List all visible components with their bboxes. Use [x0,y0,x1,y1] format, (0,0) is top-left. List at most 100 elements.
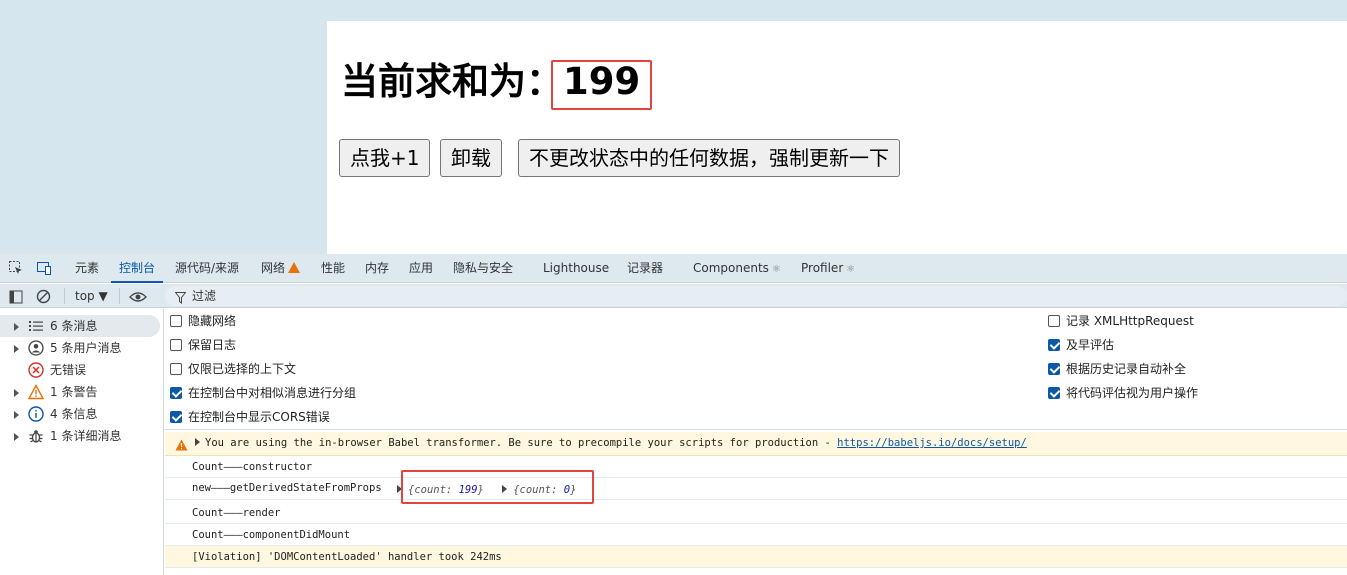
sidebar-item-label: 无错误 [50,363,87,377]
tab-components[interactable]: Components ⚛ [693,254,781,283]
console-log-row: new———getDerivedStateFromProps {count: 1… [165,478,1347,500]
checkbox-label: 仅限已选择的上下文 [188,362,297,376]
force-update-button[interactable]: 不更改状态中的任何数据，强制更新一下 [518,139,900,177]
log-text: Count———render [192,507,281,519]
expand-caret-icon[interactable] [14,433,19,441]
checkbox-label: 隐藏网络 [188,314,237,328]
checkbox-box[interactable] [1048,387,1060,399]
checkbox-box[interactable] [170,339,182,351]
filter-input[interactable]: 过滤 [165,286,1347,306]
sidebar-item-errors[interactable]: 无错误 [0,359,160,381]
console-sidebar: 6 条消息 5 条用户消息 无错误 1 条警告 4 条信息 1 条详细消息 [0,309,164,575]
list-icon [28,318,44,334]
sidebar-item-user-messages[interactable]: 5 条用户消息 [0,337,160,359]
checkbox-label: 及早评估 [1066,338,1115,352]
checkbox-label: 将代码评估视为用户操作 [1066,386,1199,400]
highlight-box-count [551,60,652,110]
tab-memory[interactable]: 内存 [365,254,389,283]
page-viewport: 当前求和为：199 点我+1 卸载 不更改状态中的任何数据，强制更新一下 [0,0,1347,254]
checkbox-box[interactable] [170,363,182,375]
checkbox-box[interactable] [1048,363,1060,375]
gear-icon: ⚛ [771,264,781,275]
tab-console[interactable]: 控制台 [110,254,164,283]
sidebar-toggle-icon[interactable] [9,288,23,304]
expand-caret-icon[interactable] [14,411,19,419]
tab-network-label: 网络 [261,261,286,275]
toolbar-divider [119,288,120,304]
expand-caret-icon[interactable] [14,345,19,353]
bug-icon [28,428,44,444]
live-expression-eye-icon[interactable] [129,288,147,304]
checkbox-label: 根据历史记录自动补全 [1066,362,1187,376]
devtools-panel: 元素 控制台 源代码/来源 网络 性能 内存 应用 隐私与安全 Lighthou… [0,254,1347,575]
filter-placeholder: 过滤 [192,289,217,303]
expand-caret-icon[interactable] [195,432,200,454]
filter-icon [174,289,187,308]
info-icon [28,406,44,422]
tab-application[interactable]: 应用 [409,254,433,283]
checkbox-label: 在控制台中对相似消息进行分组 [188,386,357,400]
clear-console-icon[interactable] [36,288,51,304]
tab-components-label: Components [693,261,769,275]
context-label: top [75,289,95,303]
log-text: [Violation] 'DOMContentLoaded' handler t… [192,551,502,563]
checkbox-label: 记录 XMLHttpRequest [1066,314,1194,328]
checkbox-label: 在控制台中显示CORS错误 [188,410,330,424]
inspect-element-icon[interactable] [8,260,24,276]
console-warning-message: You are using the in-browser Babel trans… [165,432,1347,456]
sidebar-item-label: 1 条警告 [50,385,98,399]
console-messages: You are using the in-browser Babel trans… [165,429,1347,575]
user-icon [28,340,44,356]
sidebar-item-label: 1 条详细消息 [50,429,122,443]
warning-text-line: You are using the in-browser Babel trans… [205,432,1027,454]
context-selector[interactable]: top ▼ [75,284,108,308]
console-toolbar: top ▼ 过滤 [0,284,1347,308]
app-root: 当前求和为：199 点我+1 卸载 不更改状态中的任何数据，强制更新一下 [327,21,1347,254]
log-text: Count———constructor [192,461,313,473]
console-violation-row: [Violation] 'DOMContentLoaded' handler t… [165,546,1347,568]
tab-sources[interactable]: 源代码/来源 [175,254,239,283]
console-log-row: Count———render [165,502,1347,524]
tab-lighthouse[interactable]: Lighthouse [543,254,609,283]
devtools-tabbar: 元素 控制台 源代码/来源 网络 性能 内存 应用 隐私与安全 Lighthou… [0,254,1347,283]
console-log-row: Count———constructor [165,456,1347,478]
sidebar-item-label: 6 条消息 [50,319,98,333]
toolbar-divider [64,288,65,304]
plus-one-button[interactable]: 点我+1 [339,139,431,177]
sidebar-item-messages[interactable]: 6 条消息 [0,315,160,337]
warning-text: You are using the in-browser Babel trans… [205,437,838,449]
expand-caret-icon[interactable] [14,389,19,397]
checkbox-box[interactable] [1048,339,1060,351]
tab-profiler[interactable]: Profiler ⚛ [801,254,855,283]
log-text: Count———componentDidMount [192,529,351,541]
console-settings: 隐藏网络 保留日志 仅限已选择的上下文 在控制台中对相似消息进行分组 在控制台中… [165,309,1347,429]
tab-profiler-label: Profiler [801,261,844,275]
error-icon [28,362,44,378]
checkbox-box[interactable] [170,315,182,327]
console-log-row: Count———componentDidMount [165,524,1347,546]
checkbox-box[interactable] [1048,315,1060,327]
sidebar-item-info[interactable]: 4 条信息 [0,403,160,425]
sidebar-item-verbose[interactable]: 1 条详细消息 [0,425,160,447]
network-warning-icon [288,262,301,273]
tab-network[interactable]: 网络 [261,254,301,283]
device-toolbar-icon[interactable] [36,260,52,276]
warning-icon [27,384,45,400]
tab-privacy-security[interactable]: 隐私与安全 [453,254,513,283]
checkbox-box[interactable] [170,387,182,399]
checkbox-box[interactable] [170,411,182,423]
tab-elements[interactable]: 元素 [75,254,99,283]
checkbox-label: 保留日志 [188,338,237,352]
log-text: new———getDerivedStateFromProps [192,482,382,494]
sidebar-item-label: 4 条信息 [50,407,98,421]
gear-icon: ⚛ [846,264,856,275]
highlight-box-objects [401,470,594,504]
babel-docs-link[interactable]: https://babeljs.io/docs/setup/ [837,437,1027,449]
unmount-button[interactable]: 卸载 [440,139,502,177]
sidebar-item-label: 5 条用户消息 [50,341,122,355]
expand-caret-icon[interactable] [14,323,19,331]
sum-label: 当前求和为： [341,60,563,103]
tab-performance[interactable]: 性能 [321,254,345,283]
sidebar-item-warnings[interactable]: 1 条警告 [0,381,160,403]
tab-recorder[interactable]: 记录器 [627,254,663,283]
